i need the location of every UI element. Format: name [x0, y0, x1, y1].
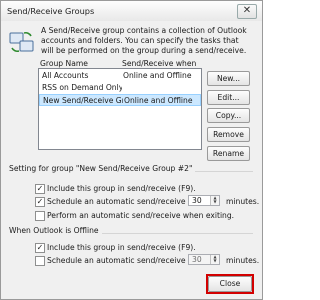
schedule-online-value: 30	[192, 196, 202, 205]
spinner-arrows-icon[interactable]: ▲ ▼	[210, 255, 219, 264]
title-close-button[interactable]: ✕	[237, 4, 257, 19]
row-group-name: All Accounts	[42, 71, 89, 80]
list-row-selected[interactable]: New Send/Receive Grou... Online and Offl…	[39, 94, 201, 106]
schedule-online-label: Schedule an automatic send/receive every	[47, 197, 210, 206]
schedule-online-checkbox[interactable]: ✓	[35, 197, 45, 207]
list-row[interactable]: All Accounts Online and Offline	[39, 70, 201, 82]
column-header-when[interactable]: Send/Receive when	[122, 59, 196, 68]
row-when: Online and Offline	[123, 71, 192, 80]
row-group-name: RSS on Demand Only	[42, 83, 122, 92]
schedule-online-minutes[interactable]: 30 ▲ ▼	[188, 195, 220, 206]
send-receive-groups-dialog: Send/Receive Groups ✕ A Send/Receive gro…	[0, 0, 263, 300]
include-online-checkbox[interactable]: ✓	[35, 184, 45, 194]
schedule-offline-checkbox[interactable]	[35, 256, 45, 266]
include-online-label: Include this group in send/receive (F9).	[47, 184, 196, 193]
include-offline-label: Include this group in send/receive (F9).	[47, 243, 196, 252]
include-offline-checkbox[interactable]: ✓	[35, 243, 45, 253]
offline-section-title: When Outlook is Offline	[9, 226, 102, 235]
spinner-arrows-icon[interactable]: ▲ ▼	[210, 196, 219, 205]
online-section-title: Setting for group "New Send/Receive Grou…	[9, 164, 196, 173]
column-header-group-name[interactable]: Group Name	[40, 59, 88, 68]
close-button[interactable]: Close	[208, 276, 252, 292]
minutes-label: minutes.	[226, 256, 260, 265]
window-title: Send/Receive Groups	[7, 6, 95, 16]
list-row[interactable]: RSS on Demand Only	[39, 82, 201, 94]
row-when: Online and Offline	[124, 96, 193, 105]
schedule-offline-minutes[interactable]: 30 ▲ ▼	[188, 254, 220, 265]
remove-button[interactable]: Remove	[207, 127, 250, 142]
schedule-offline-label: Schedule an automatic send/receive every	[47, 256, 210, 265]
minutes-label: minutes.	[226, 197, 260, 206]
exit-online-label: Perform an automatic send/receive when e…	[47, 211, 235, 220]
title-bar: Send/Receive Groups ✕	[1, 1, 262, 21]
row-group-name: New Send/Receive Grou...	[43, 96, 123, 105]
copy-button[interactable]: Copy...	[207, 108, 250, 123]
exit-online-checkbox[interactable]	[35, 211, 45, 221]
groups-list[interactable]: All Accounts Online and Offline RSS on D…	[38, 68, 202, 150]
schedule-offline-value: 30	[192, 255, 202, 264]
edit-button[interactable]: Edit...	[207, 90, 250, 105]
description-text: A Send/Receive group contains a collecti…	[41, 26, 247, 55]
sync-icon	[9, 31, 34, 53]
rename-button[interactable]: Rename	[207, 146, 250, 161]
new-button[interactable]: New...	[207, 71, 250, 86]
